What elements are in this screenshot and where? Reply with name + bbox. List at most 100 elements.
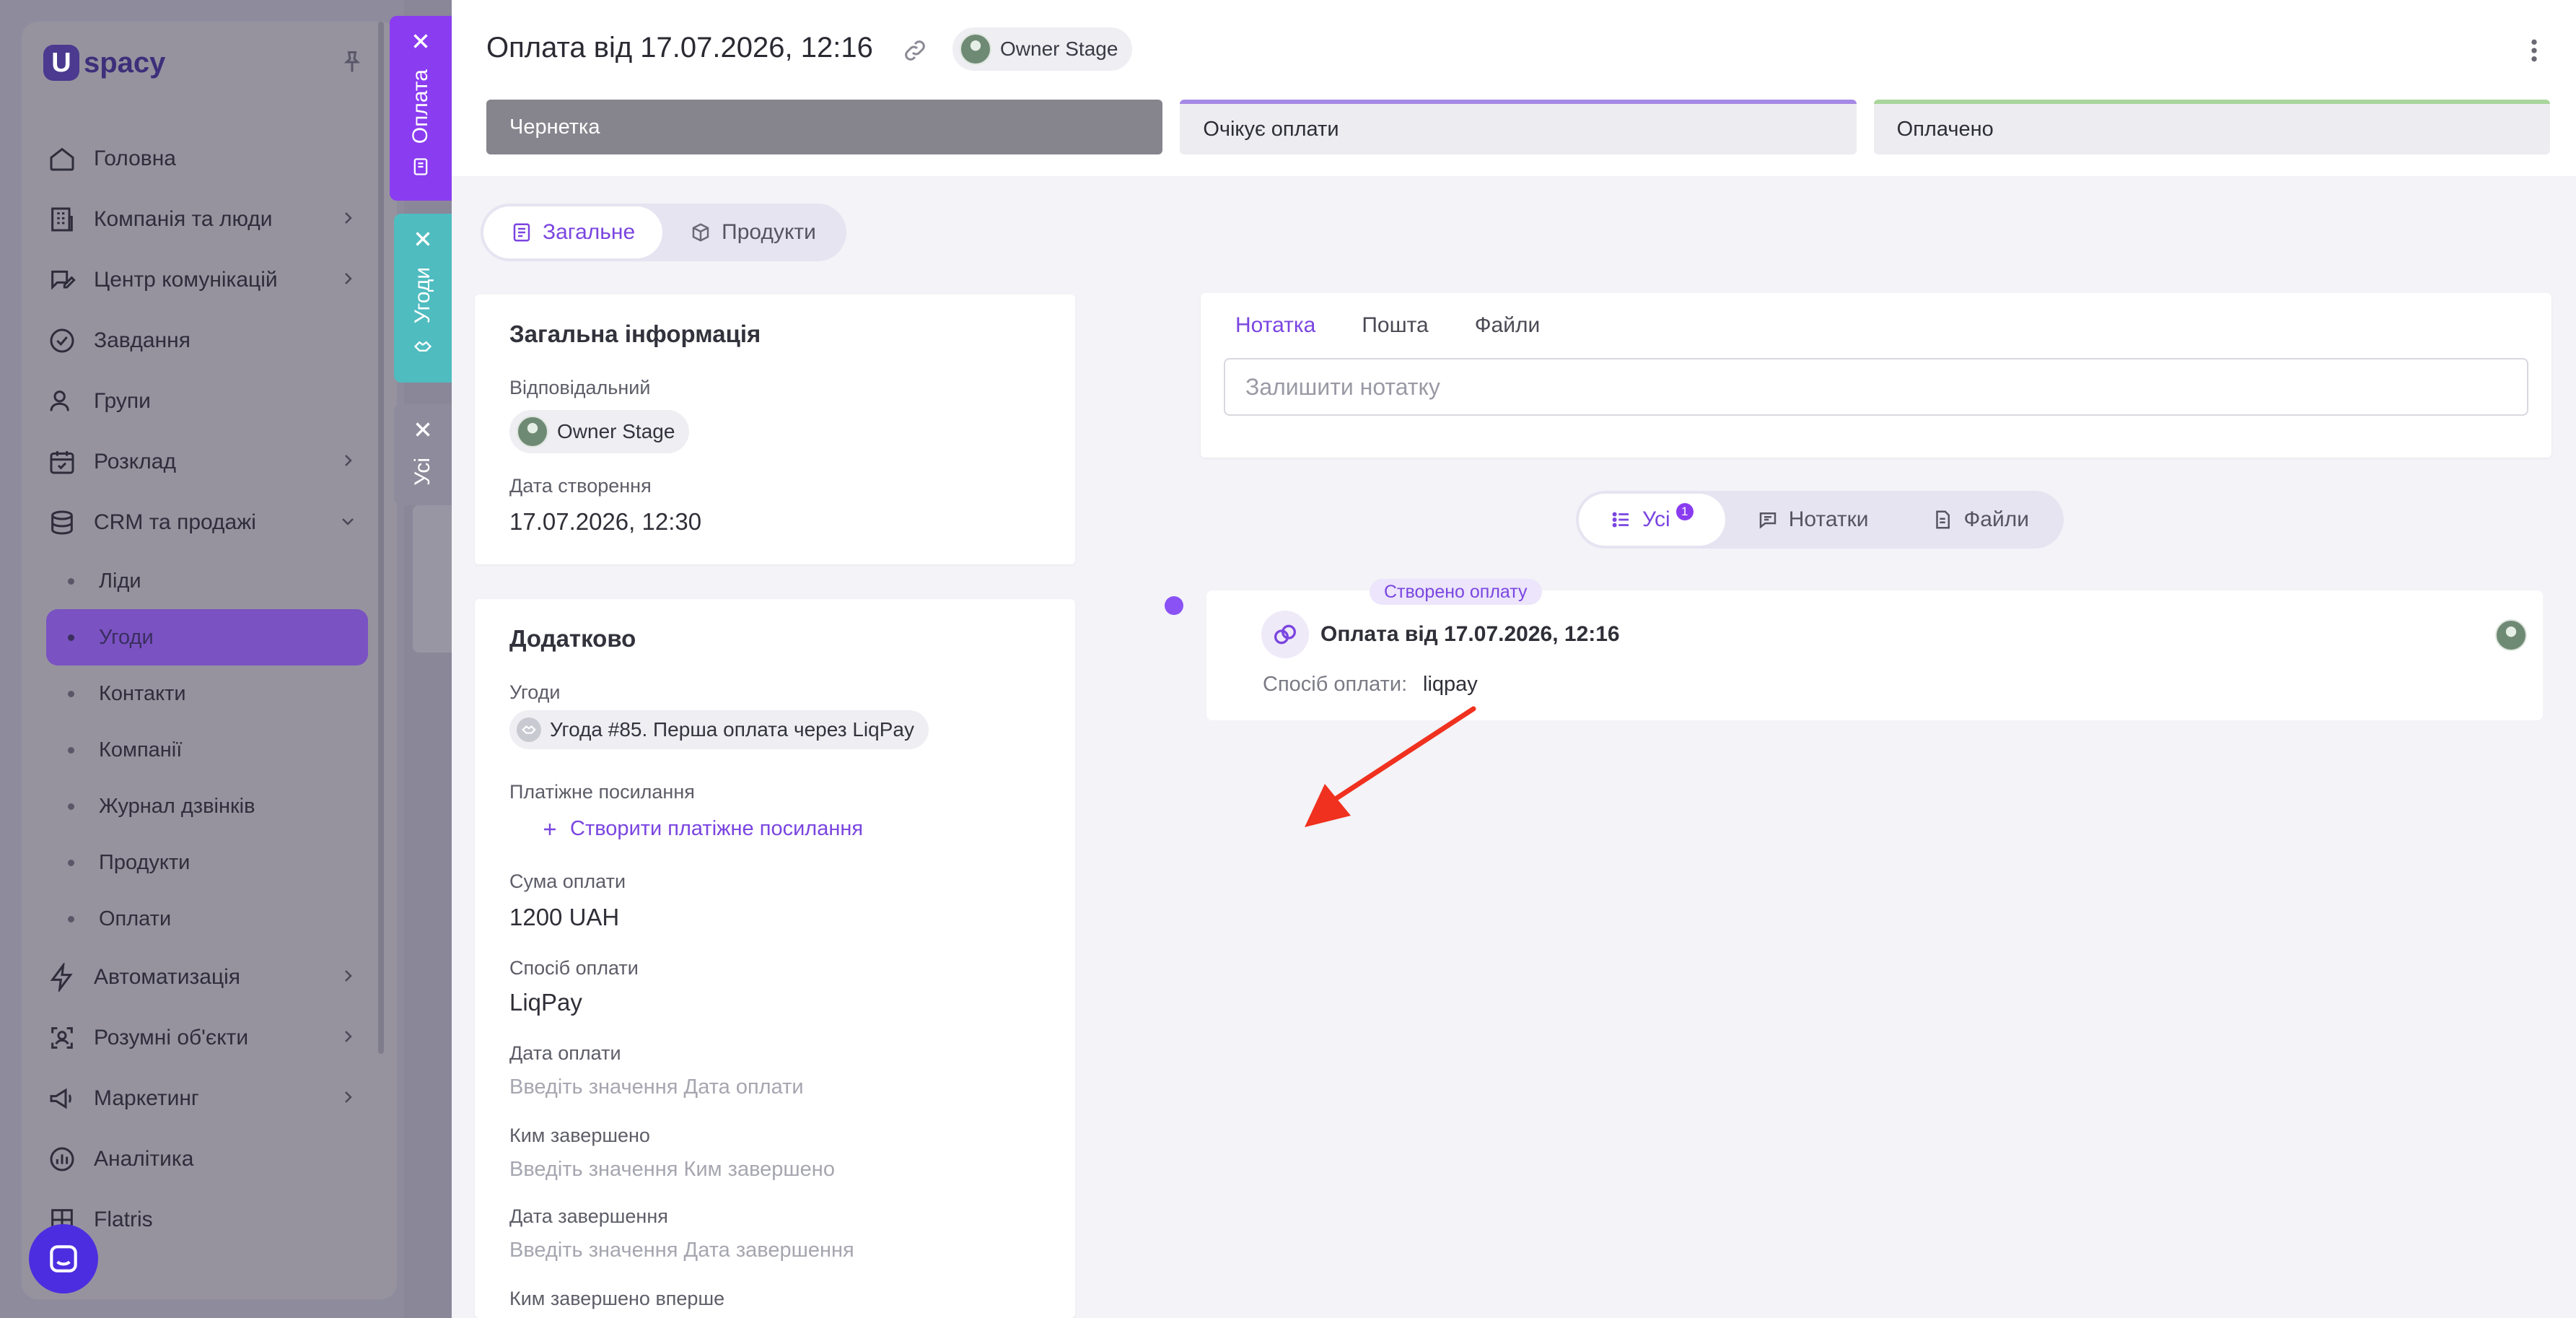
note-tab-note[interactable]: Нотатка (1235, 313, 1315, 338)
sidebar-subitem-contacts[interactable]: Контакти (46, 665, 368, 722)
more-vertical-icon[interactable] (2525, 36, 2543, 65)
chevron-down-icon (342, 518, 354, 525)
document-icon (513, 223, 530, 242)
sidebar-item-flatris[interactable]: Flatris (46, 1190, 368, 1250)
tab-general[interactable]: Загальне (483, 206, 663, 258)
stage-paid[interactable]: Оплачено (1873, 100, 2550, 154)
deal-chip[interactable]: Угода #85. Перша оплата через LiqPay (509, 710, 929, 749)
sidebar-subitem-call-log[interactable]: Журнал дзвінків (46, 778, 368, 834)
sidebar-subitem-leads[interactable]: Ліди (46, 553, 368, 609)
users-icon (46, 385, 78, 417)
note-composer: Нотатка Пошта Файли (1201, 293, 2551, 458)
field-label: Сума оплати (509, 870, 626, 892)
tab-products[interactable]: Продукти (662, 206, 844, 258)
handshake-icon (413, 341, 432, 352)
completed-date-field[interactable]: Введіть значення Дата завершення (509, 1239, 854, 1262)
sidebar-item-label: Центр комунікацій (94, 268, 278, 292)
avatar[interactable] (2495, 619, 2527, 651)
sidebar-item-label: Розумні об'єкти (94, 1026, 249, 1049)
field-label: Дата оплати (509, 1042, 621, 1064)
calendar-icon (46, 446, 78, 478)
side-tab-label: Угоди (411, 267, 434, 324)
event-tag: Створено оплату (1370, 579, 1542, 605)
check-circle-icon (46, 325, 78, 357)
logo-mark: U (43, 45, 79, 81)
payment-method: LiqPay (509, 989, 582, 1016)
receipt-icon (413, 158, 428, 175)
side-tab-deals[interactable]: Угоди (394, 214, 452, 383)
event-title: Оплата від 17.07.2026, 12:16 (1320, 622, 1620, 646)
note-input[interactable] (1224, 358, 2528, 416)
stage-draft[interactable]: Чернетка (486, 100, 1163, 154)
field-label: Дата створення (509, 475, 652, 497)
sidebar-item-crm[interactable]: CRM та продажі (46, 492, 368, 553)
sidebar-item-marketing[interactable]: Маркетинг (46, 1068, 368, 1129)
sidebar-item-label: Автоматизація (94, 965, 241, 989)
sidebar-item-analytics[interactable]: Аналітика (46, 1129, 368, 1190)
field-label: Спосіб оплати (509, 957, 639, 979)
background-panel-edge (413, 505, 452, 653)
side-tab-payment[interactable]: Оплата (390, 16, 452, 201)
sidebar-item-label: Flatris (94, 1208, 153, 1231)
close-icon[interactable] (408, 29, 433, 53)
chat-icon (50, 1245, 77, 1273)
side-tab-label: Усі (411, 458, 434, 486)
sidebar-scrollbar[interactable] (378, 22, 384, 1054)
sidebar-item-schedule[interactable]: Розклад (46, 432, 368, 492)
card-title: Загальна інформація (509, 320, 761, 347)
sidebar-subitem-companies[interactable]: Компанії (46, 722, 368, 778)
owner-chip[interactable]: Owner Stage (952, 27, 1133, 71)
sidebar-item-label: Групи (94, 389, 151, 413)
sidebar-subitem-deals[interactable]: Угоди (46, 609, 368, 665)
sidebar-nav: Головна Компанія та люди Центр комунікац… (46, 128, 368, 1250)
sidebar-item-label: CRM та продажі (94, 510, 256, 534)
filter-files[interactable]: Файли (1900, 494, 2061, 546)
logo[interactable]: U spacy (43, 45, 165, 81)
sidebar-item-tasks[interactable]: Завдання (46, 310, 368, 371)
additional-card: Додатково Угоди Угода #85. Перша оплата … (475, 599, 1075, 1318)
sidebar-item-label: Розклад (94, 450, 176, 473)
database-icon (46, 507, 78, 538)
completed-by-field[interactable]: Введіть значення Ким завершено (509, 1158, 835, 1182)
scan-icon (46, 1022, 78, 1054)
note-tab-mail[interactable]: Пошта (1362, 313, 1428, 338)
sidebar-item-groups[interactable]: Групи (46, 371, 368, 432)
payment-link-icon (1261, 611, 1309, 658)
responsible-chip[interactable]: Owner Stage (509, 410, 690, 453)
chevron-right-icon (345, 273, 352, 284)
payment-date-field[interactable]: Введіть значення Дата оплати (509, 1075, 804, 1099)
field-label: Ким завершено (509, 1125, 650, 1146)
sidebar-item-label: Головна (94, 147, 176, 170)
stage-awaiting-payment[interactable]: Очікує оплати (1180, 100, 1857, 154)
general-info-card: Загальна інформація Відповідальний Owner… (475, 294, 1075, 564)
note-tab-files[interactable]: Файли (1475, 313, 1541, 338)
link-icon[interactable] (902, 38, 928, 64)
chevron-right-icon (345, 455, 352, 466)
sidebar-subitem-products[interactable]: Продукти (46, 834, 368, 891)
field-label: Платіжне посилання (509, 781, 695, 803)
filter-notes[interactable]: Нотатки (1725, 494, 1901, 546)
filter-all[interactable]: Усі 1 (1579, 494, 1725, 546)
file-icon (1936, 510, 1950, 529)
sidebar-item-automation[interactable]: Автоматизація (46, 947, 368, 1008)
sidebar-item-label: Маркетинг (94, 1086, 199, 1110)
sidebar-item-communications[interactable]: Центр комунікацій (46, 250, 368, 310)
sidebar-item-home[interactable]: Головна (46, 128, 368, 189)
pin-icon[interactable] (339, 49, 365, 75)
logo-text: spacy (84, 46, 166, 79)
avatar (517, 416, 548, 448)
sidebar-item-company[interactable]: Компанія та люди (46, 189, 368, 250)
event-method-value: liqpay (1423, 673, 1478, 696)
side-tab-all[interactable]: Усі (394, 404, 452, 505)
chat-button[interactable] (29, 1224, 98, 1293)
close-icon[interactable] (411, 227, 435, 251)
note-tabs: Нотатка Пошта Файли (1235, 313, 1540, 338)
sidebar-subitem-payments[interactable]: Оплати (46, 891, 368, 947)
sidebar-item-smart-objects[interactable]: Розумні об'єкти (46, 1008, 368, 1068)
close-icon[interactable] (411, 417, 435, 442)
megaphone-icon (46, 1083, 78, 1114)
chevron-right-icon (345, 1031, 352, 1042)
field-label: Ким завершено вперше (509, 1288, 725, 1309)
create-payment-link-button[interactable]: Створити платіжне посилання (541, 817, 863, 841)
sidebar-item-label: Компанія та люди (94, 207, 273, 231)
